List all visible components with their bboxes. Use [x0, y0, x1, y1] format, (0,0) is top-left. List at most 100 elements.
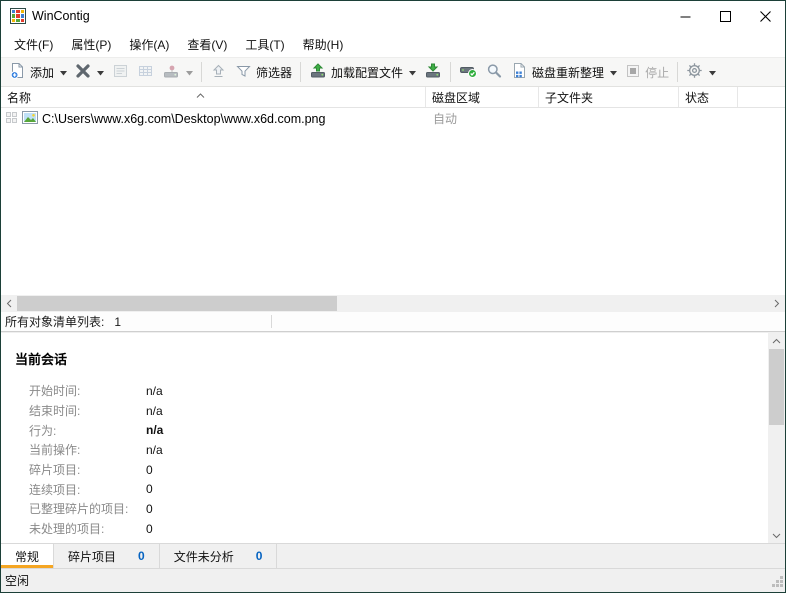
filter-button-label: 筛选器 — [256, 65, 293, 80]
remove-button[interactable] — [71, 60, 108, 85]
menu-properties[interactable]: 属性(P) — [62, 32, 120, 57]
menu-tools[interactable]: 工具(T) — [236, 32, 293, 57]
resize-grip-icon[interactable] — [771, 575, 784, 591]
files-not-analyzed-count: 0 — [255, 549, 263, 563]
tab-general[interactable]: 常规 — [1, 544, 55, 568]
scroll-down-icon[interactable] — [768, 528, 785, 543]
drive-pin-icon — [162, 63, 180, 82]
tab-files-not-analyzed[interactable]: 文件未分析 0 — [159, 544, 278, 568]
vscroll-thumb[interactable] — [769, 349, 784, 425]
title-bar: WinContig — [1, 1, 785, 31]
wincontig-window: WinContig 文件(F) 属性(P) 操作(A) 查看(V) 工具(T) … — [0, 0, 786, 593]
toolbar-separator — [677, 62, 679, 82]
grid-view-button — [133, 60, 158, 85]
vertical-scrollbar[interactable] — [768, 333, 785, 543]
add-button-label: 添加 — [30, 65, 55, 80]
file-path: C:\Users\www.x6g.com\Desktop\www.x6d.com… — [42, 111, 326, 126]
defragment-label: 磁盘重新整理 — [532, 65, 605, 80]
toolbar-separator — [300, 62, 302, 82]
session-field-contiguous-items: 连续项目: 0 — [29, 482, 153, 497]
remove-dropdown-caret-icon[interactable] — [97, 65, 105, 79]
search-button[interactable] — [482, 60, 507, 85]
fragmented-items-count: 0 — [138, 549, 145, 563]
load-profile-button[interactable]: 加载配置文件 — [305, 60, 420, 85]
maximize-button[interactable] — [705, 1, 745, 31]
column-header-disk-area[interactable]: 磁盘区域 — [426, 87, 539, 107]
stop-button: 停止 — [621, 60, 673, 85]
add-button[interactable]: 添加 — [5, 59, 71, 85]
session-field-end-time: 结束时间: n/a — [29, 403, 163, 419]
file-disk-area: 自动 — [433, 112, 458, 126]
column-header-subfolder[interactable]: 子文件夹 — [539, 87, 679, 107]
menu-help[interactable]: 帮助(H) — [294, 32, 353, 57]
move-up-button — [206, 60, 231, 85]
countbar-separator — [271, 315, 272, 328]
minimize-button[interactable] — [665, 1, 705, 31]
toolbar-separator — [201, 62, 203, 82]
scroll-up-icon[interactable] — [768, 333, 785, 348]
list-header: 名称 磁盘区域 子文件夹 状态 — [1, 87, 785, 108]
image-file-icon — [22, 110, 38, 127]
menu-view[interactable]: 查看(V) — [178, 32, 236, 57]
magnifier-icon — [486, 63, 503, 82]
menu-bar: 文件(F) 属性(P) 操作(A) 查看(V) 工具(T) 帮助(H) — [1, 31, 785, 57]
object-count-label: 所有对象清单列表: — [5, 315, 105, 329]
app-icon — [10, 8, 26, 24]
close-icon — [759, 10, 771, 22]
window-title: WinContig — [32, 9, 90, 23]
fragment-grid-icon — [6, 111, 18, 126]
file-list: C:\Users\www.x6g.com\Desktop\www.x6d.com… — [1, 108, 785, 295]
load-profile-label: 加载配置文件 — [331, 65, 404, 80]
column-header-filler — [738, 87, 785, 107]
toolbar-separator — [450, 62, 452, 82]
session-field-action: 行为: n/a — [29, 423, 164, 438]
menu-actions[interactable]: 操作(A) — [120, 32, 178, 57]
hscroll-thumb[interactable] — [17, 296, 337, 311]
session-field-fragmented-items: 碎片项目: 0 — [29, 462, 153, 478]
file-name-cell: C:\Users\www.x6g.com\Desktop\www.x6d.com… — [1, 110, 426, 127]
object-count-bar: 所有对象清单列表: 1 — [1, 312, 785, 332]
status-bar: 空闲 — [1, 568, 785, 592]
settings-caret-icon[interactable] — [709, 65, 717, 79]
up-arrow-icon — [210, 63, 227, 82]
status-text: 空闲 — [5, 574, 30, 588]
hscroll-track[interactable] — [17, 295, 769, 312]
analyze-button[interactable] — [455, 60, 482, 85]
properties-icon — [112, 63, 129, 82]
toolbar: 添加 筛选器 加载配置文件 磁盘重新整理 停止 — [1, 57, 785, 87]
defragment-caret-icon[interactable] — [610, 65, 618, 79]
file-row[interactable]: C:\Users\www.x6g.com\Desktop\www.x6d.com… — [1, 108, 785, 129]
drive-save-icon — [424, 63, 442, 82]
horizontal-scrollbar[interactable] — [1, 295, 785, 312]
tab-fragmented-items[interactable]: 碎片项目 0 — [54, 544, 160, 568]
properties-button — [108, 60, 133, 85]
session-panel: 当前会话 开始时间: n/a 结束时间: n/a 行为: n/a 当前操作: n… — [1, 332, 785, 543]
stop-icon — [625, 63, 641, 82]
close-button[interactable] — [745, 1, 785, 31]
add-dropdown-caret-icon[interactable] — [60, 65, 68, 79]
drive-tool-caret-icon — [186, 65, 194, 79]
settings-button[interactable] — [682, 59, 720, 85]
defragment-button[interactable]: 磁盘重新整理 — [507, 59, 621, 85]
funnel-icon — [235, 63, 252, 82]
bottom-tab-bar: 常规 碎片项目 0 文件未分析 0 — [1, 543, 785, 568]
session-field-defragmented-items: 已整理碎片的项目: 0 — [29, 501, 153, 517]
load-profile-caret-icon[interactable] — [409, 65, 417, 79]
session-field-start-time: 开始时间: n/a — [29, 383, 163, 399]
scroll-left-icon[interactable] — [1, 295, 17, 312]
filter-button[interactable]: 筛选器 — [231, 60, 296, 85]
maximize-icon — [719, 10, 731, 22]
session-field-current-operation: 当前操作: n/a — [29, 442, 163, 458]
add-file-icon — [9, 62, 26, 82]
stop-label: 停止 — [645, 65, 670, 80]
menu-file[interactable]: 文件(F) — [5, 32, 62, 57]
gear-icon — [686, 62, 703, 82]
delete-x-icon — [75, 63, 91, 82]
minimize-icon — [680, 11, 691, 22]
column-header-status[interactable]: 状态 — [679, 87, 738, 107]
save-profile-button[interactable] — [420, 60, 446, 85]
scroll-right-icon[interactable] — [769, 295, 785, 312]
column-header-name[interactable]: 名称 — [1, 87, 426, 107]
session-field-unprocessed-items: 未处理的项目: 0 — [29, 521, 153, 537]
drive-check-icon — [459, 63, 478, 82]
